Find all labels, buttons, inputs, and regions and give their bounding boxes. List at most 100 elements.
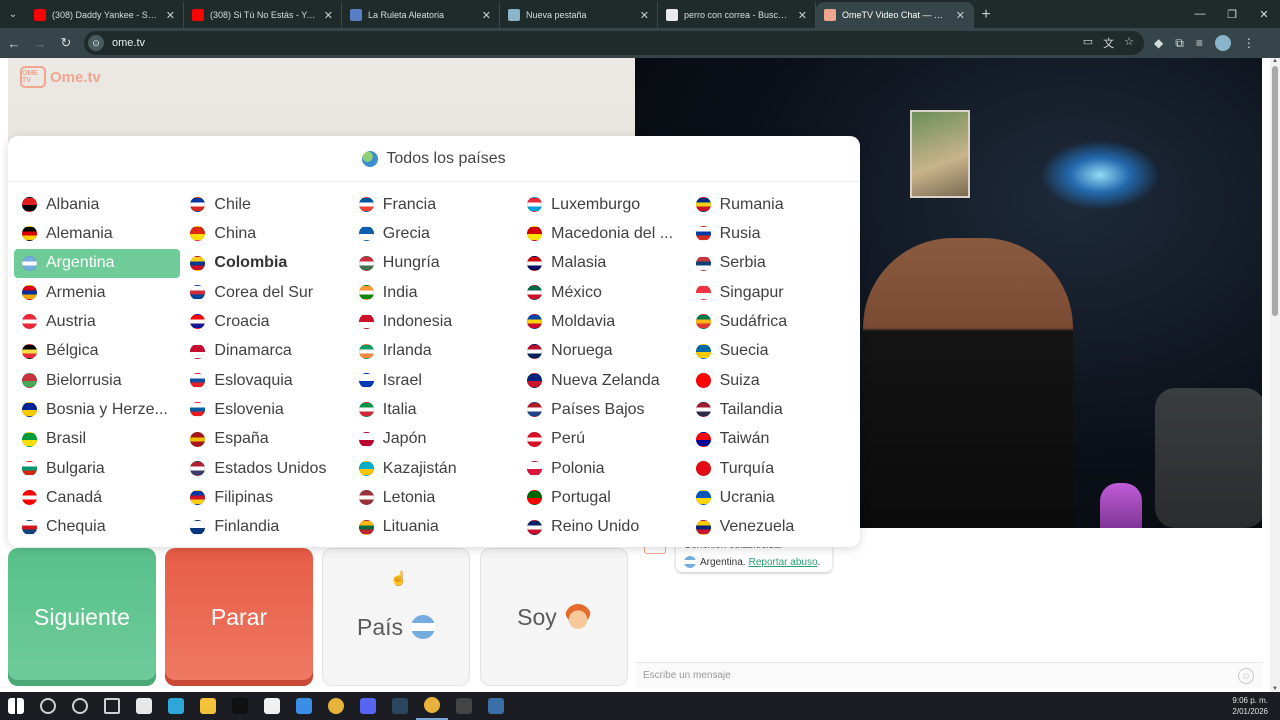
search-icon[interactable] (32, 692, 64, 720)
back-button[interactable]: ← (2, 31, 26, 55)
file-explorer-icon[interactable] (192, 692, 224, 720)
country-option[interactable]: Irlanda (351, 337, 517, 366)
windows-start-icon[interactable] (0, 692, 32, 720)
country-option[interactable]: Ucrania (688, 483, 854, 512)
ometv-logo[interactable]: OME TV Ome.tv (20, 66, 101, 88)
tab-search-button[interactable]: ⌄ (0, 0, 26, 28)
cast-icon[interactable]: ▭ (1083, 35, 1093, 51)
country-option[interactable]: Albania (14, 190, 180, 219)
country-option[interactable]: Indonesia (351, 307, 517, 336)
minimize-button[interactable]: — (1184, 0, 1216, 28)
country-option[interactable]: India (351, 278, 517, 307)
country-option[interactable]: China (182, 219, 348, 248)
tab-close-icon[interactable]: ✕ (324, 9, 333, 22)
country-option[interactable]: Kazajistán (351, 454, 517, 483)
country-option[interactable]: Austria (14, 307, 180, 336)
edge-icon[interactable] (160, 692, 192, 720)
tab-close-icon[interactable]: ✕ (482, 9, 491, 22)
country-option[interactable]: Venezuela (688, 513, 854, 542)
browser-tab[interactable]: La Ruleta Aleatoria ✕ (342, 2, 500, 28)
task-view-icon[interactable] (96, 692, 128, 720)
discord-icon[interactable] (352, 692, 384, 720)
browser-tab[interactable]: (308) Si Tú No Estás - YouTube ✕ (184, 2, 342, 28)
new-tab-button[interactable]: + (974, 2, 998, 28)
country-option[interactable]: Moldavia (519, 307, 685, 336)
country-option[interactable]: Canadá (14, 483, 180, 512)
country-option[interactable]: Nueva Zelanda (519, 366, 685, 395)
country-option[interactable]: Turquía (688, 454, 854, 483)
report-abuse-link[interactable]: Reportar abuso (749, 557, 818, 568)
message-input[interactable]: Escribe un mensaje ☺ (636, 662, 1262, 688)
browser-tab[interactable]: (308) Daddy Yankee - Somos de Calle ✕ (26, 2, 184, 28)
country-option[interactable]: Dinamarca (182, 337, 348, 366)
country-option[interactable]: Italia (351, 395, 517, 424)
country-option[interactable]: Francia (351, 190, 517, 219)
country-option[interactable]: Sudáfrica (688, 307, 854, 336)
country-option[interactable]: Perú (519, 425, 685, 454)
country-option[interactable]: Hungría (351, 249, 517, 278)
mail-icon[interactable] (288, 692, 320, 720)
tab-close-icon[interactable]: ✕ (798, 9, 807, 22)
bookmark-star-icon[interactable]: ☆ (1124, 35, 1134, 51)
country-option[interactable]: Eslovaquia (182, 366, 348, 395)
scrollbar-thumb[interactable] (1272, 66, 1278, 316)
country-option[interactable]: Colombia (182, 249, 348, 278)
panel-header[interactable]: Todos los países (8, 136, 860, 182)
chrome-icon[interactable] (320, 692, 352, 720)
profile-avatar[interactable] (1214, 35, 1231, 51)
country-option[interactable]: Letonia (351, 483, 517, 512)
forward-button[interactable]: → (28, 31, 52, 55)
country-option[interactable]: Bielorrusia (14, 366, 180, 395)
tiktok-icon[interactable] (224, 692, 256, 720)
system-clock[interactable]: 9:06 p. m. 2/01/2026 (1232, 695, 1280, 717)
country-option[interactable]: Bulgaria (14, 454, 180, 483)
country-option[interactable]: Lituania (351, 513, 517, 542)
store-icon[interactable] (256, 692, 288, 720)
country-option[interactable]: Rusia (688, 219, 854, 248)
extension-icon[interactable]: ◆ (1154, 36, 1163, 50)
country-option[interactable]: Chile (182, 190, 348, 219)
calculator-icon[interactable] (480, 692, 512, 720)
next-button[interactable]: Siguiente (8, 548, 156, 686)
country-option[interactable]: Grecia (351, 219, 517, 248)
chrome-active-icon[interactable] (416, 692, 448, 720)
country-button[interactable]: País (322, 548, 470, 686)
browser-tab[interactable]: Nueva pestaña ✕ (500, 2, 658, 28)
country-option[interactable]: Polonia (519, 454, 685, 483)
country-option[interactable]: Argentina (14, 248, 181, 278)
tab-close-icon[interactable]: ✕ (166, 9, 175, 22)
reload-button[interactable]: ↻ (54, 31, 78, 55)
country-option[interactable]: México (519, 278, 685, 307)
country-option[interactable]: Luxemburgo (519, 190, 685, 219)
chrome-menu-icon[interactable]: ⋮ (1243, 36, 1255, 50)
browser-tab[interactable]: OmeTV Video Chat — Ome ✕ (816, 2, 974, 28)
country-option[interactable]: Singapur (688, 278, 854, 307)
country-option[interactable]: Finlandia (182, 513, 348, 542)
site-info-icon[interactable]: ⊙ (88, 35, 104, 51)
country-option[interactable]: Armenia (14, 278, 180, 307)
country-option[interactable]: Filipinas (182, 483, 348, 512)
gender-button[interactable]: Soy (480, 548, 628, 686)
country-option[interactable]: Portugal (519, 483, 685, 512)
country-option[interactable]: Estados Unidos (182, 454, 348, 483)
country-option[interactable]: Alemania (14, 219, 180, 248)
country-option[interactable]: Japón (351, 425, 517, 454)
country-option[interactable]: Países Bajos (519, 395, 685, 424)
page-scrollbar[interactable]: ▲ ▼ (1270, 58, 1280, 692)
country-option[interactable]: Tailandia (688, 395, 854, 424)
country-option[interactable]: Brasil (14, 425, 180, 454)
emoji-icon[interactable]: ☺ (1238, 668, 1254, 684)
country-option[interactable]: Suiza (688, 366, 854, 395)
country-option[interactable]: Bosnia y Herze... (14, 395, 180, 424)
cortana-icon[interactable] (64, 692, 96, 720)
close-window-button[interactable]: ✕ (1248, 0, 1280, 28)
browser-tab[interactable]: perro con correa - Buscar con Google ✕ (658, 2, 816, 28)
scroll-up-icon[interactable]: ▲ (1272, 58, 1278, 64)
file-icon[interactable] (128, 692, 160, 720)
country-option[interactable]: Malasia (519, 249, 685, 278)
restore-button[interactable]: ❐ (1216, 0, 1248, 28)
address-bar[interactable]: ⊙ ome.tv ▭ 文 ☆ (84, 31, 1144, 55)
country-option[interactable]: Israel (351, 366, 517, 395)
reading-list-icon[interactable]: ≡ (1196, 36, 1203, 50)
translate-icon[interactable]: 文 (1103, 35, 1114, 51)
